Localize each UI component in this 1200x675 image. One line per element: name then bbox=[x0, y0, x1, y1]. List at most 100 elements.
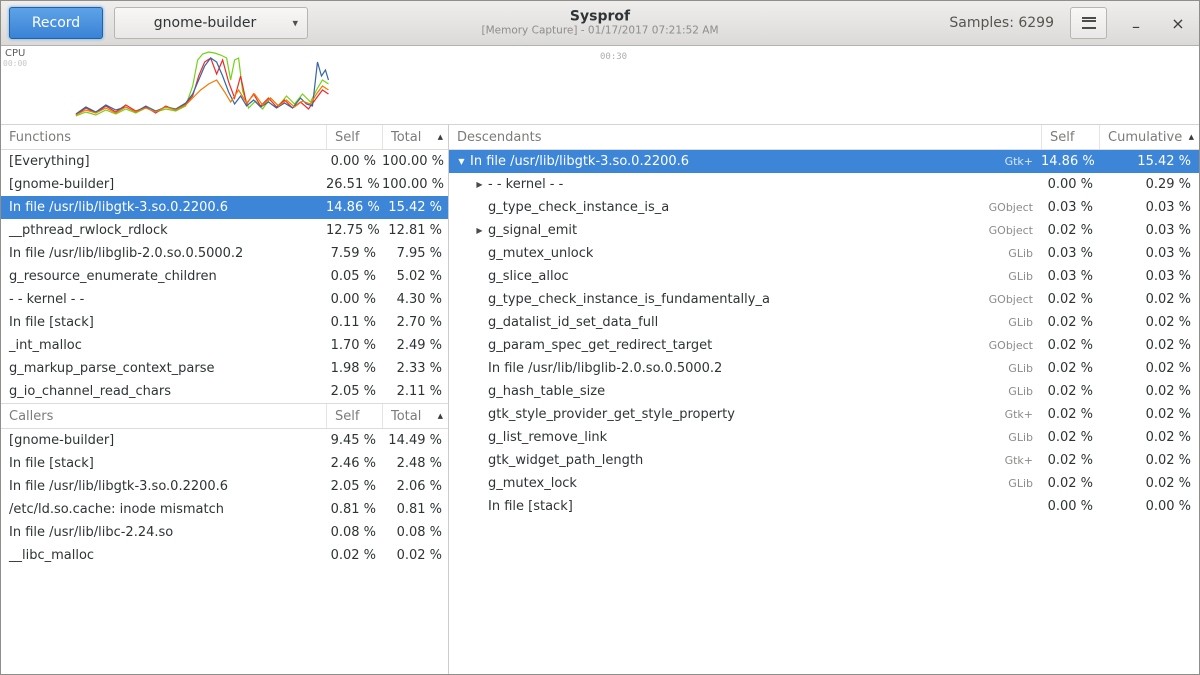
descendants-column-header[interactable]: Descendants bbox=[449, 125, 1041, 149]
tree-row[interactable]: g_type_check_instance_is_aGObject0.03 %0… bbox=[449, 196, 1199, 219]
function-name: In file [stack] bbox=[488, 499, 573, 514]
callers-total-column-header[interactable]: Total ▲ bbox=[382, 404, 448, 428]
self-percent: 0.00 % bbox=[326, 292, 382, 307]
table-row[interactable]: [gnome-builder]26.51 %100.00 % bbox=[1, 173, 448, 196]
triangle-right-icon[interactable]: ▶ bbox=[471, 226, 488, 235]
function-name: [Everything] bbox=[1, 154, 326, 169]
self-percent: 26.51 % bbox=[326, 177, 382, 192]
triangle-right-icon[interactable]: ▶ bbox=[471, 180, 488, 189]
minimize-button[interactable]: – bbox=[1123, 10, 1149, 36]
cumulative-percent: 0.00 % bbox=[1099, 499, 1199, 514]
table-row[interactable]: [Everything]0.00 %100.00 % bbox=[1, 150, 448, 173]
total-percent: 0.08 % bbox=[382, 525, 448, 540]
close-icon: × bbox=[1171, 14, 1184, 33]
descendants-header-row: Descendants Self Cumulative ▲ bbox=[449, 125, 1199, 150]
total-percent: 2.11 % bbox=[382, 384, 448, 399]
cumulative-percent: 0.03 % bbox=[1099, 246, 1199, 261]
callers-total-label: Total bbox=[391, 409, 421, 424]
tree-row[interactable]: g_datalist_id_set_data_fullGLib0.02 %0.0… bbox=[449, 311, 1199, 334]
cumulative-percent: 0.02 % bbox=[1099, 430, 1199, 445]
tree-row[interactable]: g_param_spec_get_redirect_targetGObject0… bbox=[449, 334, 1199, 357]
function-name: g_slice_alloc bbox=[488, 269, 569, 284]
table-row[interactable]: In file [stack]2.46 %2.48 % bbox=[1, 452, 448, 475]
sort-ascending-icon: ▲ bbox=[438, 133, 443, 141]
tree-row[interactable]: gtk_style_provider_get_style_propertyGtk… bbox=[449, 403, 1199, 426]
function-name: g_type_check_instance_is_fundamentally_a bbox=[488, 292, 770, 307]
total-percent: 2.06 % bbox=[382, 479, 448, 494]
function-name: g_resource_enumerate_children bbox=[1, 269, 326, 284]
self-percent: 0.03 % bbox=[1041, 200, 1099, 215]
cumulative-percent: 0.02 % bbox=[1099, 361, 1199, 376]
table-row[interactable]: _int_malloc1.70 %2.49 % bbox=[1, 334, 448, 357]
function-name: g_io_channel_read_chars bbox=[1, 384, 326, 399]
callers-self-column-header[interactable]: Self bbox=[326, 404, 382, 428]
tree-row[interactable]: g_list_remove_linkGLib0.02 %0.02 % bbox=[449, 426, 1199, 449]
function-name: g_list_remove_link bbox=[488, 430, 607, 445]
table-row[interactable]: /etc/ld.so.cache: inode mismatch0.81 %0.… bbox=[1, 498, 448, 521]
tree-row[interactable]: ▶- - kernel - -0.00 %0.29 % bbox=[449, 173, 1199, 196]
self-percent: 14.86 % bbox=[326, 200, 382, 215]
functions-self-column-header[interactable]: Self bbox=[326, 125, 382, 149]
tree-row[interactable]: gtk_widget_path_lengthGtk+0.02 %0.02 % bbox=[449, 449, 1199, 472]
triangle-down-icon[interactable]: ▼ bbox=[453, 157, 470, 166]
functions-column-header[interactable]: Functions bbox=[1, 125, 326, 149]
functions-total-column-header[interactable]: Total ▲ bbox=[382, 125, 448, 149]
window-title: Sysprof bbox=[481, 9, 718, 25]
record-button[interactable]: Record bbox=[9, 7, 103, 39]
self-percent: 0.00 % bbox=[326, 154, 382, 169]
self-percent: 7.59 % bbox=[326, 246, 382, 261]
tree-row[interactable]: g_hash_table_sizeGLib0.02 %0.02 % bbox=[449, 380, 1199, 403]
tree-row[interactable]: g_type_check_instance_is_fundamentally_a… bbox=[449, 288, 1199, 311]
cumulative-percent: 0.02 % bbox=[1099, 407, 1199, 422]
table-row[interactable]: In file [stack]0.11 %2.70 % bbox=[1, 311, 448, 334]
self-percent: 0.00 % bbox=[1041, 499, 1099, 514]
table-row[interactable]: In file /usr/lib/libgtk-3.so.0.2200.62.0… bbox=[1, 475, 448, 498]
table-row[interactable]: __libc_malloc0.02 %0.02 % bbox=[1, 544, 448, 567]
self-percent: 0.02 % bbox=[1041, 384, 1099, 399]
table-row[interactable]: g_io_channel_read_chars2.05 %2.11 % bbox=[1, 380, 448, 403]
self-percent: 0.02 % bbox=[1041, 338, 1099, 353]
function-name: In file /usr/lib/libc-2.24.so bbox=[1, 525, 326, 540]
callers-column-header[interactable]: Callers bbox=[1, 404, 326, 428]
library-badge: GObject bbox=[989, 224, 1033, 237]
function-name: In file [stack] bbox=[1, 456, 326, 471]
table-row[interactable]: __pthread_rwlock_rdlock12.75 %12.81 % bbox=[1, 219, 448, 242]
total-percent: 5.02 % bbox=[382, 269, 448, 284]
total-percent: 4.30 % bbox=[382, 292, 448, 307]
table-row[interactable]: [gnome-builder]9.45 %14.49 % bbox=[1, 429, 448, 452]
library-badge: Gtk+ bbox=[1005, 408, 1033, 421]
process-selector-dropdown[interactable]: gnome-builder ▾ bbox=[114, 7, 308, 39]
descendants-cumulative-column-header[interactable]: Cumulative ▲ bbox=[1099, 125, 1199, 149]
table-row[interactable]: - - kernel - -0.00 %4.30 % bbox=[1, 288, 448, 311]
tree-row[interactable]: In file /usr/lib/libglib-2.0.so.0.5000.2… bbox=[449, 357, 1199, 380]
header-right-controls: Samples: 6299 – × bbox=[949, 7, 1191, 39]
tree-row[interactable]: ▶g_signal_emitGObject0.02 %0.03 % bbox=[449, 219, 1199, 242]
cpu-series-orange bbox=[76, 80, 329, 115]
total-percent: 2.48 % bbox=[382, 456, 448, 471]
self-percent: 0.02 % bbox=[1041, 292, 1099, 307]
table-row[interactable]: In file /usr/lib/libgtk-3.so.0.2200.614.… bbox=[1, 196, 448, 219]
menu-button[interactable] bbox=[1070, 7, 1107, 39]
tree-row[interactable]: ▼In file /usr/lib/libgtk-3.so.0.2200.6Gt… bbox=[449, 150, 1199, 173]
hamburger-icon bbox=[1082, 17, 1096, 29]
cpu-graph-area[interactable]: CPU 00:00 00:30 bbox=[1, 46, 1199, 125]
self-percent: 0.05 % bbox=[326, 269, 382, 284]
close-button[interactable]: × bbox=[1165, 10, 1191, 36]
time-start-label: 00:00 bbox=[3, 59, 27, 68]
table-row[interactable]: In file /usr/lib/libglib-2.0.so.0.5000.2… bbox=[1, 242, 448, 265]
total-percent: 14.49 % bbox=[382, 433, 448, 448]
tree-row[interactable]: g_slice_allocGLib0.03 %0.03 % bbox=[449, 265, 1199, 288]
self-percent: 2.05 % bbox=[326, 384, 382, 399]
cumulative-percent: 0.02 % bbox=[1099, 476, 1199, 491]
tree-row[interactable]: g_mutex_unlockGLib0.03 %0.03 % bbox=[449, 242, 1199, 265]
self-percent: 0.11 % bbox=[326, 315, 382, 330]
table-row[interactable]: In file /usr/lib/libc-2.24.so0.08 %0.08 … bbox=[1, 521, 448, 544]
cumulative-percent: 0.02 % bbox=[1099, 292, 1199, 307]
table-row[interactable]: g_resource_enumerate_children0.05 %5.02 … bbox=[1, 265, 448, 288]
table-row[interactable]: g_markup_parse_context_parse1.98 %2.33 % bbox=[1, 357, 448, 380]
cumulative-percent: 15.42 % bbox=[1099, 154, 1199, 169]
tree-row[interactable]: g_mutex_lockGLib0.02 %0.02 % bbox=[449, 472, 1199, 495]
tree-row[interactable]: In file [stack] 0.00 %0.00 % bbox=[449, 495, 1199, 518]
total-percent: 0.02 % bbox=[382, 548, 448, 563]
descendants-self-column-header[interactable]: Self bbox=[1041, 125, 1099, 149]
